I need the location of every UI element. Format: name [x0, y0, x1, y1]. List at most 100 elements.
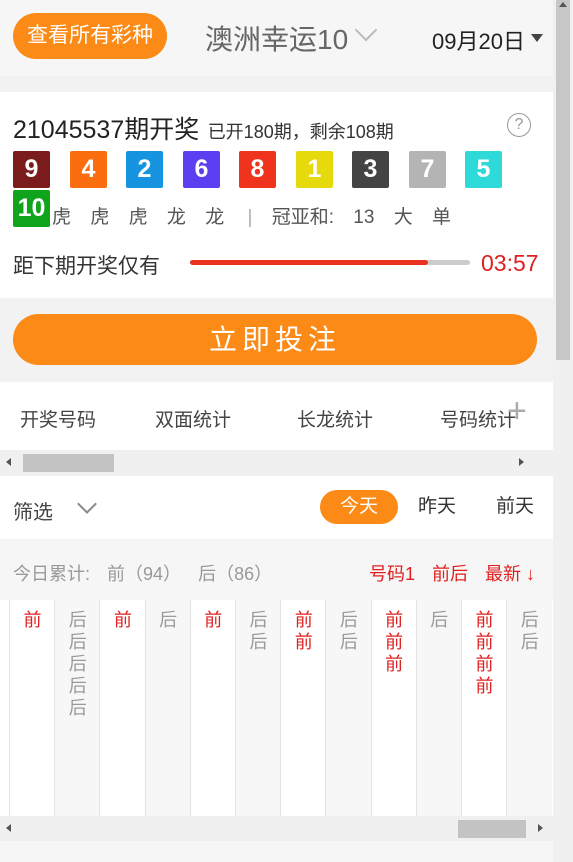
countdown-time: 03:57 — [481, 250, 539, 276]
period-progress: 已开180期，剩余108期 — [207, 122, 394, 142]
period-title: 21045537期开奖 — [13, 116, 200, 144]
countdown-label: 距下期开奖仅有 — [13, 255, 160, 278]
page-scrollbar-thumb[interactable] — [556, 0, 570, 360]
page-scrollbar[interactable] — [553, 0, 573, 862]
stats-tabs: 开奖号码 双面统计 长龙统计 号码统计 + — [0, 382, 553, 450]
scroll-right-icon[interactable] — [538, 824, 543, 832]
draw-ball: 10 — [13, 190, 50, 227]
back-cell: 后 — [249, 610, 268, 630]
scrollbar-thumb[interactable] — [23, 454, 114, 472]
sum-label: 冠亚和: — [271, 207, 334, 228]
scroll-left-icon[interactable] — [6, 458, 11, 466]
road-column: 后后 — [235, 600, 281, 816]
road-column: 前前前 — [370, 600, 417, 816]
front-cell: 前 — [385, 654, 404, 674]
dragon-tiger-2: 虎 — [90, 207, 110, 228]
back-cell: 后 — [520, 610, 539, 630]
back-cell: 后 — [68, 698, 87, 718]
dragon-tiger-1: 虎 — [52, 207, 72, 228]
front-cell: 前 — [475, 676, 494, 696]
latest-sort-link[interactable]: 最新 ↓ — [485, 560, 535, 586]
front-cell: 前 — [294, 632, 313, 652]
back-cell: 后 — [159, 610, 178, 630]
front-cell: 前 — [475, 610, 494, 630]
caret-down-icon[interactable] — [531, 34, 543, 42]
dragon-tiger-5: 龙 — [205, 207, 225, 228]
draw-stats: 虎 虎 虎 龙 龙 | 冠亚和: 13 大 单 — [52, 202, 465, 229]
tab-two-sided-stats[interactable]: 双面统计 — [155, 405, 231, 432]
sum-value: 13 — [353, 207, 375, 228]
bet-now-button[interactable]: 立即投注 — [13, 314, 537, 365]
all-lottery-button[interactable]: 查看所有彩种 — [13, 13, 167, 59]
draw-ball: 4 — [70, 151, 107, 188]
chevron-down-icon[interactable] — [354, 18, 378, 42]
chevron-down-icon[interactable] — [77, 494, 97, 514]
back-cell: 后 — [339, 610, 358, 630]
draw-ball: 5 — [465, 151, 502, 188]
front-cell: 前 — [113, 610, 132, 630]
scroll-right-icon[interactable] — [519, 458, 524, 466]
help-icon[interactable]: ? — [507, 113, 531, 137]
scrollbar-thumb[interactable] — [458, 820, 526, 838]
day-today-button[interactable]: 今天 — [320, 490, 398, 524]
road-column: 前前前前 — [461, 600, 507, 816]
front-cell: 前 — [385, 610, 404, 630]
tab-long-dragon-stats[interactable]: 长龙统计 — [297, 405, 373, 432]
add-tab-icon[interactable]: + — [507, 392, 527, 431]
road-column: 前 — [189, 600, 236, 816]
draw-ball: 3 — [352, 151, 389, 188]
summary-label: 今日累计: — [13, 564, 91, 584]
draw-ball: 6 — [183, 151, 220, 188]
tabs-scrollbar[interactable] — [0, 450, 553, 475]
front-cell: 前 — [23, 610, 42, 630]
road-column: 后后 — [506, 600, 553, 816]
draw-ball: 9 — [13, 151, 50, 188]
road-column: 后后后后后 — [54, 600, 101, 816]
back-cell: 后 — [68, 654, 87, 674]
dragon-tiger-3: 虎 — [128, 207, 148, 228]
front-cell: 前 — [385, 632, 404, 652]
daily-summary: 今日累计: 前（94） 后（86） 号码1 前后 最新 ↓ — [0, 540, 553, 600]
back-cell: 后 — [68, 610, 87, 630]
back-cell: 后 — [430, 610, 449, 630]
sum-size: 大 — [393, 207, 413, 228]
grid-scrollbar[interactable] — [0, 816, 553, 841]
page: 查看所有彩种 澳洲幸运10 09月20日 21045537期开奖 已开180期，… — [0, 0, 553, 862]
number-1-link[interactable]: 号码1 — [369, 560, 415, 586]
back-cell: 后 — [68, 632, 87, 652]
back-cell: 后 — [249, 632, 268, 652]
separator: | — [247, 207, 253, 228]
draw-ball: 2 — [126, 151, 163, 188]
day-yesterday-button[interactable]: 昨天 — [404, 490, 470, 524]
date-select[interactable]: 09月20日 — [432, 24, 525, 56]
tab-number-stats[interactable]: 号码统计 — [440, 405, 516, 432]
draw-result-card: 21045537期开奖 已开180期，剩余108期 ? 9 4 2 6 8 1 3 7 5 10 … — [0, 92, 553, 298]
period-info: 21045537期开奖 已开180期，剩余108期 — [13, 110, 394, 146]
lottery-title[interactable]: 澳洲幸运10 — [205, 18, 348, 58]
draw-ball: 7 — [409, 151, 446, 188]
back-cell: 后 — [520, 632, 539, 652]
front-cell: 前 — [475, 654, 494, 674]
bottom-strip — [0, 841, 553, 862]
road-column: 后 — [415, 600, 462, 816]
tab-draw-numbers[interactable]: 开奖号码 — [20, 405, 96, 432]
front-back-link[interactable]: 前后 — [432, 560, 468, 586]
back-cell: 后 — [68, 676, 87, 696]
front-count: 前（94） — [107, 564, 182, 584]
day-before-yesterday-button[interactable]: 前天 — [482, 490, 548, 524]
dragon-tiger-4: 龙 — [166, 207, 186, 228]
back-cell: 后 — [339, 632, 358, 652]
countdown-progress-fill — [190, 260, 428, 265]
road-column: 后后 — [325, 600, 372, 816]
front-cell: 前 — [204, 610, 223, 630]
summary-counts: 今日累计: 前（94） 后（86） — [13, 560, 284, 586]
filter-row: 筛选 今天 昨天 前天 — [0, 476, 553, 539]
scroll-left-icon[interactable] — [6, 824, 11, 832]
road-column: 前 — [99, 600, 145, 816]
road-column: 后 — [144, 600, 191, 816]
filter-toggle[interactable]: 筛选 — [13, 496, 53, 525]
front-cell: 前 — [475, 632, 494, 652]
back-count: 后（86） — [198, 564, 273, 584]
scroll-up-icon[interactable] — [559, 2, 567, 7]
draw-ball: 1 — [296, 151, 333, 188]
